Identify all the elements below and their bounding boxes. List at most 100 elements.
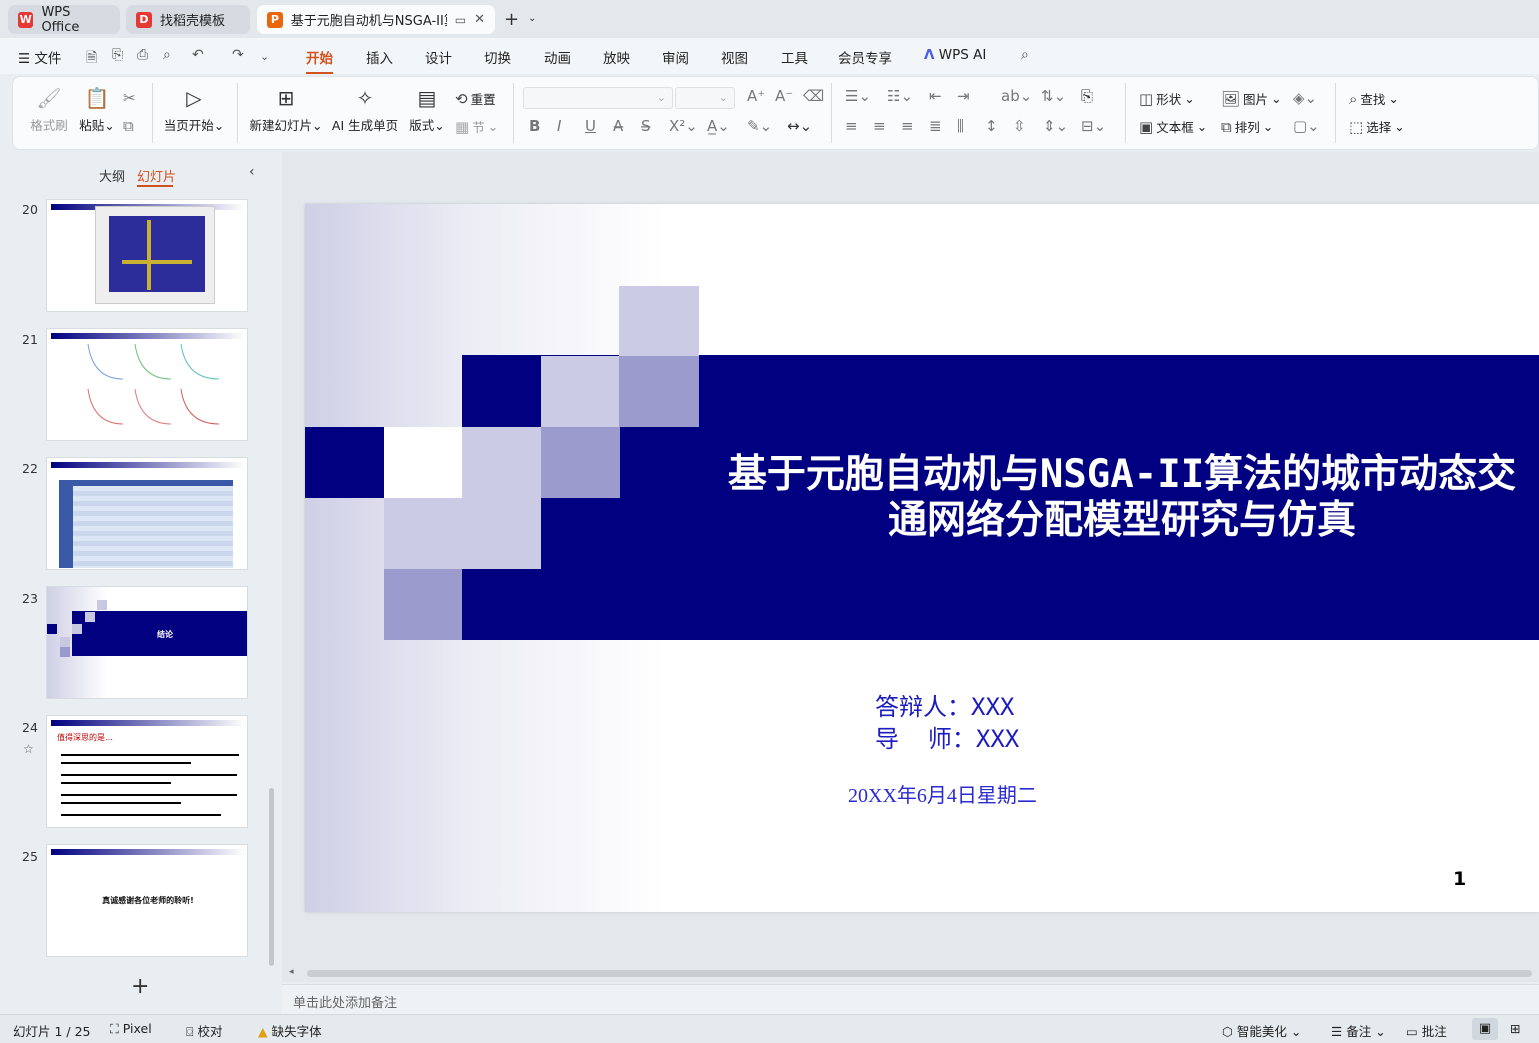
- find-button[interactable]: ⌕ 查找 ⌄: [1349, 89, 1399, 108]
- canvas-hscrollbar[interactable]: [307, 970, 1532, 977]
- shape-button[interactable]: ◫ 形状 ⌄: [1139, 89, 1195, 108]
- save-icon[interactable]: 🗎: [86, 47, 97, 71]
- menu-slideshow[interactable]: 放映: [603, 47, 630, 67]
- scroll-left-icon[interactable]: ◂: [289, 967, 294, 977]
- notes-button[interactable]: ☰ 备注 ⌄: [1331, 1021, 1386, 1040]
- redo-icon[interactable]: ↷: [232, 47, 244, 63]
- shadow-icon[interactable]: S̶: [641, 117, 651, 135]
- increase-font-icon[interactable]: A⁺: [747, 87, 765, 105]
- proof-button[interactable]: ⌼ 校对: [186, 1021, 223, 1040]
- slide-thumbnail-22[interactable]: [46, 457, 248, 570]
- textbox-button[interactable]: ▣ 文本框 ⌄: [1139, 117, 1207, 136]
- sorter-view-icon[interactable]: ⊞: [1510, 1021, 1520, 1036]
- decrease-font-icon[interactable]: A⁻: [775, 87, 793, 105]
- tab-wps-office[interactable]: W WPS Office: [8, 5, 120, 35]
- comments-button[interactable]: ▭ 批注: [1406, 1021, 1447, 1040]
- export-icon[interactable]: ⎘: [112, 47, 123, 63]
- align-center-icon[interactable]: ≡: [873, 117, 886, 135]
- menu-tools[interactable]: 工具: [781, 47, 808, 67]
- new-tab-icon[interactable]: +: [504, 9, 519, 30]
- paste-button[interactable]: 📋 粘贴⌄: [75, 85, 119, 134]
- theme-button[interactable]: ⛶ Pixel: [110, 1021, 152, 1037]
- menu-view[interactable]: 视图: [721, 47, 748, 67]
- add-slide-icon[interactable]: +: [131, 974, 149, 999]
- print-preview-icon[interactable]: ⌕: [163, 47, 171, 63]
- line-spacing-icon[interactable]: ↕: [985, 117, 998, 135]
- strikethrough-icon[interactable]: A̶: [613, 117, 623, 135]
- sort-icon[interactable]: ⇅⌄: [1041, 87, 1066, 105]
- fill-icon[interactable]: ◈⌄: [1293, 89, 1317, 107]
- notes-pane[interactable]: 单击此处添加备注: [282, 984, 1539, 1014]
- chevron-down-icon[interactable]: ⌄: [260, 50, 269, 63]
- file-menu[interactable]: ☰ 文件: [18, 47, 61, 67]
- slide-thumbnail-23[interactable]: 结论: [46, 586, 248, 699]
- undo-icon[interactable]: ↶: [192, 47, 204, 63]
- slide-number: 24: [22, 720, 38, 735]
- font-size-select[interactable]: ⌄: [675, 87, 735, 109]
- wps-ai-menu[interactable]: ᐱ WPS AI: [924, 47, 986, 63]
- tab-template[interactable]: D 找稻壳模板: [126, 5, 250, 34]
- slide-thumbnail-24[interactable]: 值得深思的是…: [46, 715, 248, 828]
- numbering-icon[interactable]: ☷⌄: [887, 87, 913, 105]
- outdent-icon[interactable]: ⇤: [929, 87, 942, 105]
- highlight-icon[interactable]: ✎⌄: [747, 117, 772, 135]
- format-painter-button[interactable]: 🖌 格式刷: [29, 85, 69, 134]
- star-icon[interactable]: ☆: [23, 742, 34, 756]
- layout-button[interactable]: ▤ 版式⌄: [407, 85, 447, 134]
- deco-square: [541, 356, 620, 427]
- paragraph-spacing-icon[interactable]: ⇳: [1013, 117, 1026, 135]
- align-right-icon[interactable]: ≡: [901, 117, 914, 135]
- copy-icon[interactable]: ⧉: [123, 117, 134, 135]
- reset-button[interactable]: ⟲ 重置: [455, 89, 496, 108]
- convert-smartart-icon[interactable]: ⎘: [1081, 87, 1093, 105]
- menu-review[interactable]: 审阅: [662, 47, 689, 67]
- slide-thumbnail-20[interactable]: [46, 199, 248, 312]
- menu-member[interactable]: 会员专享: [838, 47, 892, 67]
- outline-icon[interactable]: ▢⌄: [1293, 117, 1320, 135]
- normal-view-icon[interactable]: ▣: [1472, 1018, 1498, 1040]
- start-from-current-button[interactable]: ▷ 当页开始⌄: [163, 85, 225, 134]
- char-spacing-icon[interactable]: ↔⌄: [787, 117, 812, 135]
- print-icon[interactable]: ⎙: [137, 47, 148, 63]
- menu-insert[interactable]: 插入: [366, 47, 393, 67]
- superscript-icon[interactable]: X²⌄: [669, 117, 698, 135]
- underline-icon[interactable]: U: [585, 117, 596, 135]
- columns-icon[interactable]: ⊟⌄: [1081, 117, 1106, 135]
- indent-icon[interactable]: ⇥: [957, 87, 970, 105]
- tab-outline[interactable]: 大纲: [99, 166, 125, 185]
- menu-transition[interactable]: 切换: [484, 47, 511, 67]
- menu-start[interactable]: 开始: [306, 47, 333, 74]
- slide[interactable]: 基于元胞自动机与NSGA-II算法的城市动态交 通网络分配模型研究与仿真 答辩人…: [305, 204, 1539, 912]
- clear-format-icon[interactable]: ⌫: [803, 87, 824, 105]
- font-family-select[interactable]: ⌄: [523, 87, 673, 109]
- collapse-sidebar-icon[interactable]: ‹: [249, 164, 255, 180]
- cut-icon[interactable]: ✂: [123, 89, 136, 107]
- menu-design[interactable]: 设计: [425, 47, 452, 67]
- align-left-icon[interactable]: ≡: [845, 117, 858, 135]
- tab-document[interactable]: P 基于元胞自动机与NSGA-II算 ▭ ✕: [257, 5, 495, 34]
- vertical-align-icon[interactable]: ⇕⌄: [1043, 117, 1068, 135]
- beautify-button[interactable]: ⬡ 智能美化 ⌄: [1222, 1021, 1301, 1040]
- justify-icon[interactable]: ≣: [929, 117, 942, 135]
- search-icon[interactable]: ⌕: [1021, 47, 1029, 63]
- slide-thumbnail-25[interactable]: 真诚感谢各位老师的聆听!: [46, 844, 248, 957]
- sidebar-scrollbar[interactable]: [269, 788, 274, 966]
- italic-icon[interactable]: I: [557, 117, 561, 135]
- ai-page-button[interactable]: ✧ AI 生成单页: [331, 85, 399, 134]
- menu-animation[interactable]: 动画: [544, 47, 571, 67]
- bullets-icon[interactable]: ☰⌄: [845, 87, 871, 105]
- chevron-down-icon[interactable]: ⌄: [528, 13, 536, 24]
- distribute-icon[interactable]: ⫼: [957, 117, 964, 135]
- missing-font-button[interactable]: ▲ 缺失字体: [258, 1021, 322, 1040]
- new-slide-button[interactable]: ⊞ 新建幻灯片⌄: [249, 85, 323, 134]
- section-button[interactable]: ▦ 节 ⌄: [455, 117, 498, 136]
- select-button[interactable]: ⬚ 选择 ⌄: [1349, 117, 1405, 136]
- bold-icon[interactable]: B: [529, 117, 540, 135]
- text-direction-icon[interactable]: ab⌄: [1001, 87, 1032, 105]
- arrange-button[interactable]: ⧉ 排列 ⌄: [1221, 117, 1273, 136]
- picture-button[interactable]: 🖼 图片 ⌄: [1221, 89, 1282, 108]
- close-tab-icon[interactable]: ✕: [474, 12, 485, 27]
- slide-thumbnail-21[interactable]: [46, 328, 248, 441]
- font-color-icon[interactable]: A̲⌄: [707, 117, 730, 135]
- tab-slides[interactable]: 幻灯片: [137, 166, 176, 185]
